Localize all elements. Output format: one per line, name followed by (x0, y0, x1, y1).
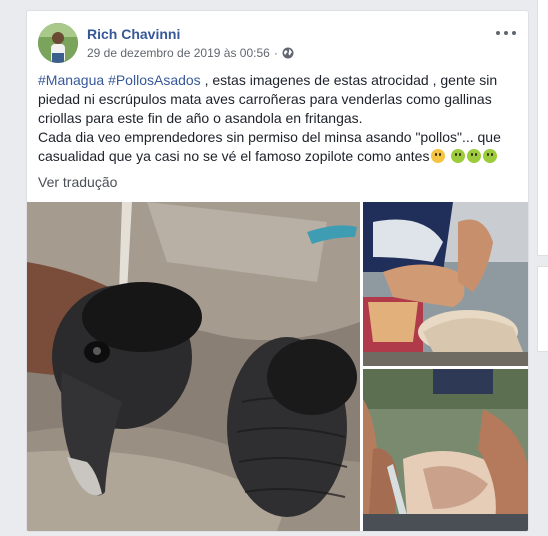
meta-separator: · (273, 46, 278, 60)
post-text-line1: , estas imagenes de estas atrocidad , ge… (38, 72, 498, 126)
nauseated-face-emoji (451, 149, 466, 163)
post-header: Rich Chavinni 29 de dezembro de 2019 às … (38, 23, 518, 63)
thinking-face-emoji (431, 149, 446, 163)
author-name[interactable]: Rich Chavinni (87, 26, 180, 42)
avatar[interactable] (38, 23, 78, 63)
photo-grid (27, 202, 528, 531)
nauseated-face-emoji (467, 149, 482, 163)
right-column-panel-lower (537, 266, 548, 352)
more-dot (512, 31, 516, 35)
right-column-panel (537, 0, 548, 256)
post-meta: 29 de dezembro de 2019 às 00:56 · (87, 46, 294, 60)
cleaning-carcass-photo[interactable] (363, 369, 528, 531)
post-card: Rich Chavinni 29 de dezembro de 2019 às … (26, 10, 529, 532)
post-timestamp[interactable]: 29 de dezembro de 2019 às 00:56 (87, 46, 270, 60)
more-dot (504, 31, 508, 35)
globe-icon[interactable] (282, 47, 294, 59)
more-dot (496, 31, 500, 35)
hashtag-pollos-asados[interactable]: #PollosAsados (108, 72, 201, 88)
hashtag-managua[interactable]: #Managua (38, 72, 104, 88)
post-text: #Managua #PollosAsados , estas imagenes … (38, 71, 520, 166)
post-paragraph-1: #Managua #PollosAsados , estas imagenes … (38, 71, 520, 128)
plucking-bird-photo[interactable] (363, 202, 528, 366)
see-translation-link[interactable]: Ver tradução (38, 174, 117, 190)
nauseated-face-emoji (483, 149, 498, 163)
more-options-icon[interactable] (496, 27, 516, 39)
post-paragraph-2: Cada dia veo emprendedores sin permiso d… (38, 128, 520, 166)
vulture-heads-photo[interactable] (27, 202, 360, 531)
